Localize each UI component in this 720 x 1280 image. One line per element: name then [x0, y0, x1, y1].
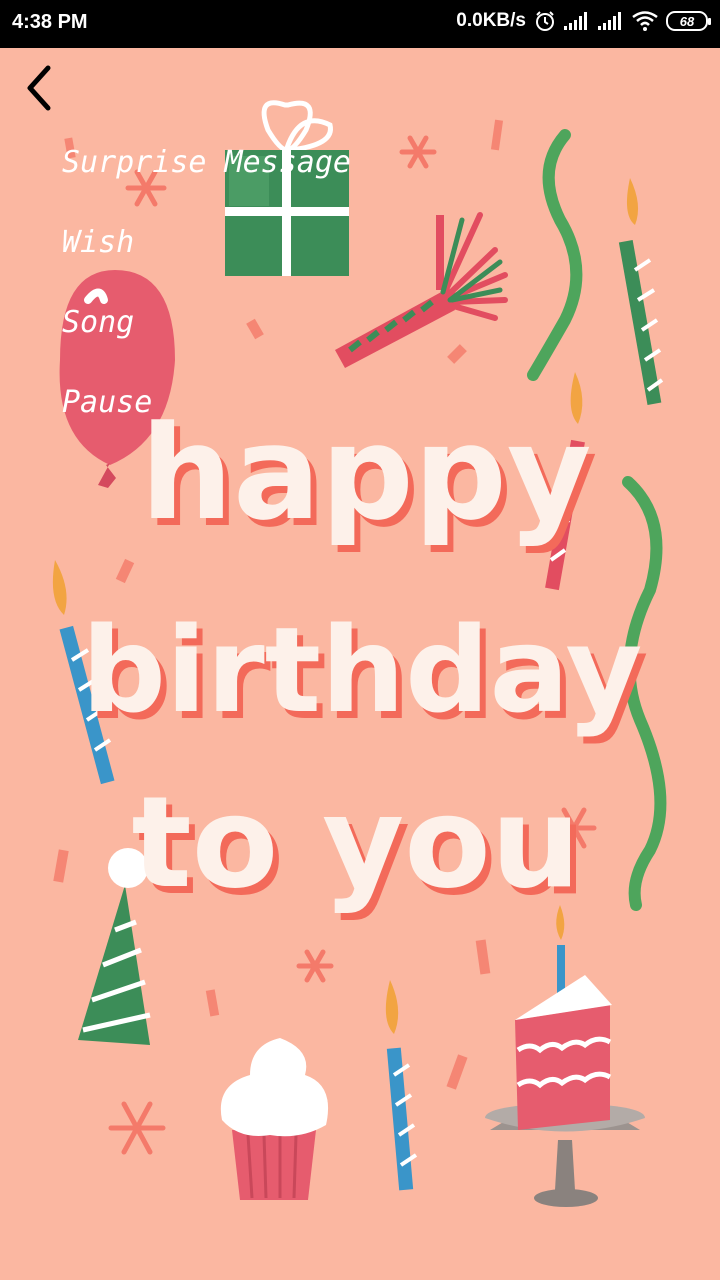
menu-item-pause[interactable]: Pause — [62, 380, 392, 426]
candle-icon — [385, 980, 418, 1191]
status-icons: 0.0KB/s 68 — [456, 10, 711, 32]
greeting-line-toyou: to you — [131, 769, 580, 916]
back-arrow-icon — [27, 65, 51, 111]
menu-item-song[interactable]: Song — [62, 300, 392, 346]
cupcake-icon — [220, 1038, 329, 1200]
cake-slice-icon — [485, 905, 645, 1207]
status-bar: 4:38 PM 0.0KB/s 68 — [0, 0, 720, 48]
battery-icon: 68 — [666, 11, 711, 31]
candle-icon — [618, 178, 664, 405]
signal-icon — [598, 12, 624, 30]
menu-item-wish[interactable]: Wish — [62, 220, 392, 266]
alarm-icon — [534, 10, 556, 32]
greeting-text: happy happy birthday birthday to you to … — [82, 397, 649, 923]
battery-level: 68 — [679, 13, 695, 29]
back-button[interactable] — [18, 60, 62, 116]
network-speed: 0.0KB/s — [456, 10, 526, 31]
signal-icon — [564, 12, 590, 30]
greeting-line-birthday: birthday — [82, 601, 643, 739]
status-time: 4:38 PM — [12, 11, 88, 33]
wifi-icon — [632, 11, 658, 31]
menu-item-surprise-message[interactable]: Surprise Message — [62, 140, 392, 186]
